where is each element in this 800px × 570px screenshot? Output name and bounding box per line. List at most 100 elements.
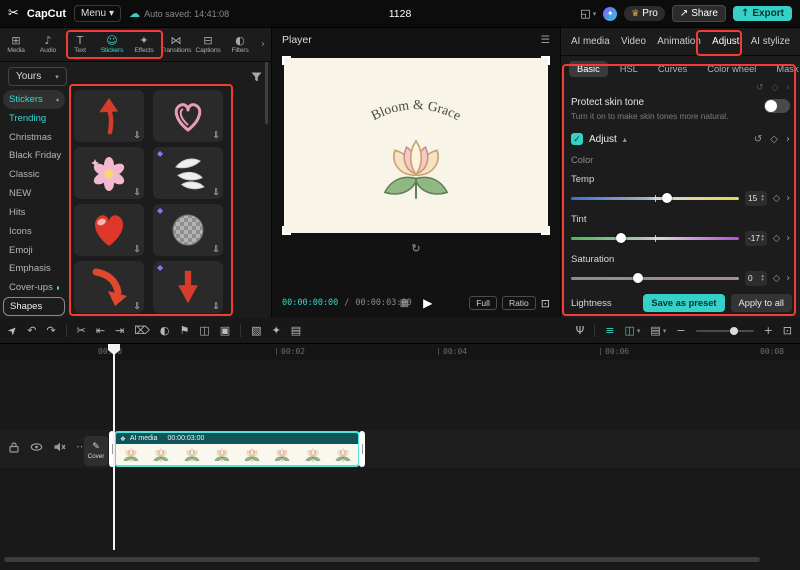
trim-left-icon[interactable]: ⇤ xyxy=(96,324,105,337)
timeline-ruler[interactable]: 00:00 00:02 00:04 00:06 00:08 xyxy=(0,344,800,360)
menu-button[interactable]: Menu ▾ xyxy=(74,5,122,22)
frame-grid-icon[interactable]: ▦ xyxy=(400,298,409,309)
keyframe-diamond-icon[interactable]: ◇ xyxy=(771,83,778,93)
canvas-corner-handle[interactable] xyxy=(541,226,550,235)
trim-right-icon[interactable]: ⇥ xyxy=(115,324,124,337)
chevron-right-icon[interactable]: › xyxy=(786,233,790,244)
category-icons[interactable]: Icons xyxy=(3,222,65,241)
subtab-color-wheel[interactable]: Color wheel xyxy=(699,61,764,77)
chevron-right-icon[interactable]: › xyxy=(786,193,790,204)
preview-canvas[interactable]: Bloom & Grace xyxy=(282,56,550,235)
tab-ai-media[interactable]: AI media xyxy=(571,36,610,47)
delete-icon[interactable]: ⌦ xyxy=(134,324,150,337)
tab-effects[interactable]: ✦ Effects xyxy=(128,28,160,61)
download-icon[interactable]: ⇩ xyxy=(212,245,220,255)
crop-icon[interactable]: ▣ xyxy=(220,324,230,337)
tab-video[interactable]: Video xyxy=(621,36,646,47)
track-mode-button[interactable]: ◫ ▾ xyxy=(625,324,641,337)
category-new[interactable]: NEW xyxy=(3,184,65,203)
subtab-hsl[interactable]: HSL xyxy=(612,61,646,77)
tab-adjust[interactable]: Adjust xyxy=(712,36,739,47)
download-icon[interactable]: ⇩ xyxy=(212,188,220,198)
tint-value-box[interactable]: -17 ▴ ▾ xyxy=(745,230,767,246)
mute-icon[interactable] xyxy=(53,441,66,453)
share-button[interactable]: ↗ Share xyxy=(671,5,726,22)
tab-text[interactable]: T Text xyxy=(64,28,96,61)
tab-stickers[interactable]: ☺ Stickers xyxy=(96,28,128,61)
mask-icon[interactable]: ◐ xyxy=(160,324,170,337)
pro-badge[interactable]: ♛ Pro xyxy=(624,6,665,21)
temp-value-box[interactable]: 15 ▴ ▾ xyxy=(745,190,767,206)
collapse-icon[interactable]: ▴ xyxy=(623,135,627,144)
chevron-right-icon[interactable]: › xyxy=(786,83,790,93)
stepper-down-icon[interactable]: ▾ xyxy=(761,198,764,203)
protect-skin-tone-toggle[interactable] xyxy=(764,99,790,113)
canvas-corner-handle[interactable] xyxy=(541,56,550,65)
reset-icon[interactable]: ↺ xyxy=(756,83,764,93)
category-stickers[interactable]: Stickers ▴ xyxy=(3,90,65,109)
tab-ai-stylize[interactable]: AI stylize xyxy=(751,36,790,47)
device-switch-button[interactable]: ◱ ▾ xyxy=(580,7,596,20)
category-trending[interactable]: Trending xyxy=(3,109,65,128)
lock-icon[interactable] xyxy=(8,441,20,453)
download-icon[interactable]: ⇩ xyxy=(133,188,141,198)
sticker-white-fan-shapes[interactable]: ◆ ⇩ xyxy=(153,147,223,199)
adjust-checkbox[interactable]: ✓ xyxy=(571,133,583,145)
sticker-red-arrow-up[interactable]: ⇩ xyxy=(74,90,144,142)
sticker-red-arrow-down[interactable]: ◆ ⇩ xyxy=(153,261,223,313)
filter-icon[interactable] xyxy=(250,71,263,83)
apply-to-all-button[interactable]: Apply to all xyxy=(730,294,792,312)
sticker-orange-curved-arrow[interactable]: ⇩ xyxy=(74,261,144,313)
sticker-red-glossy-heart[interactable]: ⇩ xyxy=(74,204,144,256)
category-emoji[interactable]: Emoji xyxy=(3,241,65,260)
rotate-handle-icon[interactable]: ↻ xyxy=(408,240,424,256)
ratio-button[interactable]: Ratio xyxy=(501,296,536,310)
undo-icon[interactable]: ↶ xyxy=(27,324,36,337)
mirror-icon[interactable]: ◫ xyxy=(199,324,209,337)
timeline-zoom-slider[interactable] xyxy=(695,326,754,336)
category-hits[interactable]: Hits xyxy=(3,203,65,222)
clip-right-handle[interactable] xyxy=(359,431,365,467)
category-black-friday[interactable]: Black Friday xyxy=(3,146,65,165)
playhead[interactable] xyxy=(113,344,115,550)
chevron-right-icon[interactable]: › xyxy=(786,273,790,284)
keyframe-diamond-icon[interactable]: ◇ xyxy=(773,273,780,284)
timeline-horizontal-scrollbar[interactable] xyxy=(4,557,760,562)
chevron-right-icon[interactable]: › xyxy=(786,134,790,145)
saturation-slider[interactable] xyxy=(571,271,739,285)
export-button[interactable]: ↑ Export xyxy=(732,6,792,21)
select-tool-icon[interactable]: ➤ xyxy=(5,323,21,339)
split-icon[interactable]: ✂ xyxy=(77,324,86,337)
sticker-panel-scrollbar[interactable] xyxy=(265,62,268,124)
sticker-gray-pixel-sphere[interactable]: ◆ ⇩ xyxy=(153,204,223,256)
category-emphasis[interactable]: Emphasis xyxy=(3,259,65,278)
subtab-basic[interactable]: Basic xyxy=(569,61,608,77)
tint-slider[interactable] xyxy=(571,231,739,245)
promo-button[interactable]: ✦ xyxy=(603,6,618,21)
download-icon[interactable]: ⇩ xyxy=(133,245,141,255)
keyframe-diamond-icon[interactable]: ◇ xyxy=(773,233,780,244)
mic-icon[interactable]: Ψ xyxy=(576,324,585,337)
cover-button[interactable]: ✎ Cover xyxy=(84,436,108,466)
tab-captions[interactable]: ⊟ Captions xyxy=(192,28,224,61)
yours-dropdown[interactable]: Yours ▾ xyxy=(8,67,67,86)
tab-filters[interactable]: ◐ Filters xyxy=(224,28,256,61)
timeline[interactable]: 00:00 00:02 00:04 00:06 00:08 ⋯ ✎ Cover … xyxy=(0,344,800,570)
fit-timeline-icon[interactable]: ⊡ xyxy=(783,324,792,337)
auto-captions-icon[interactable]: ≡ xyxy=(605,324,614,337)
sticker-pink-doodle-heart[interactable]: ⇩ xyxy=(153,90,223,142)
timeline-clip-ai-media[interactable]: ❖ AI media 00:00:03:00 xyxy=(114,431,360,467)
tab-media[interactable]: ⊞ Media xyxy=(0,28,32,61)
canvas-corner-handle[interactable] xyxy=(282,226,291,235)
save-as-preset-button[interactable]: Save as preset xyxy=(643,294,725,312)
more-tabs-arrow[interactable]: › xyxy=(256,28,270,61)
zoom-out-icon[interactable]: − xyxy=(676,324,685,337)
tab-animation[interactable]: Animation xyxy=(657,36,701,47)
canvas-corner-handle[interactable] xyxy=(282,56,291,65)
keyframe-diamond-icon[interactable]: ◇ xyxy=(773,193,780,204)
zoom-in-icon[interactable]: + xyxy=(764,324,773,337)
temp-slider[interactable] xyxy=(571,191,739,205)
download-icon[interactable]: ⇩ xyxy=(212,131,220,141)
full-button[interactable]: Full xyxy=(469,296,497,310)
keyframe-diamond-icon[interactable]: ◇ xyxy=(770,134,778,145)
